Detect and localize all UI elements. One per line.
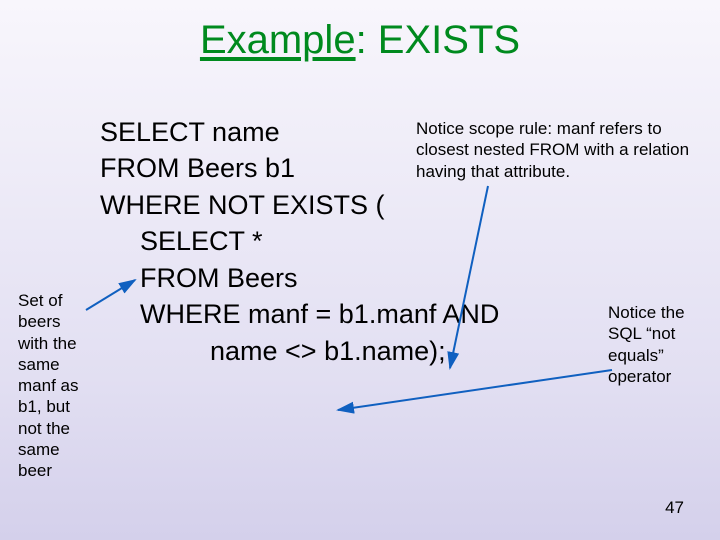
title-underlined: Example [200,18,356,62]
annotation-not-equals: Notice the SQL “not equals” operator [608,302,704,387]
page-number: 47 [665,498,684,518]
code-line: FROM Beers [100,260,660,296]
slide-title: Example: EXISTS [30,18,690,63]
code-line: name <> b1.name); [100,333,660,369]
slide: Example: EXISTS SELECT name FROM Beers b… [0,0,720,540]
code-line: SELECT * [100,223,660,259]
arrow-line [338,370,612,410]
code-line: WHERE manf = b1.manf AND [100,296,660,332]
annotation-scope-rule: Notice scope rule: manf refers to closes… [416,118,706,182]
code-line: WHERE NOT EXISTS ( [100,187,660,223]
annotation-set-of-beers: Set of beers with the same manf as b1, b… [18,290,93,481]
title-rest: : EXISTS [356,18,521,62]
